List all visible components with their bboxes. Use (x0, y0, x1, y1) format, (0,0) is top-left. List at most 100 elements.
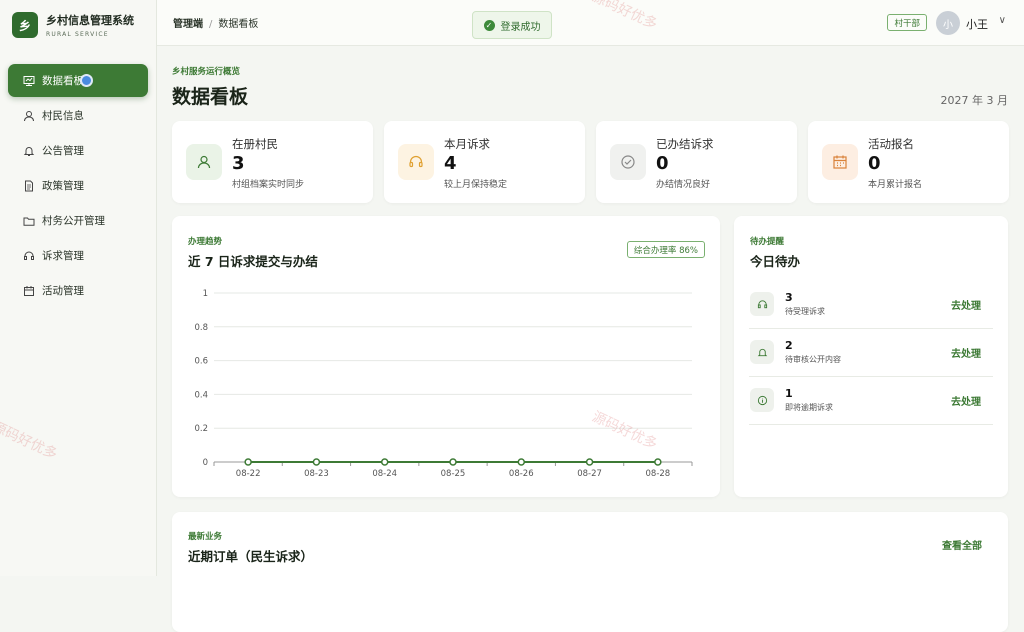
stat-card-appeals: 本月诉求 4 较上月保持稳定 (384, 121, 585, 203)
stat-sub: 较上月保持稳定 (444, 180, 508, 190)
stat-card-activities: 活动报名 0 本月累计报名 (808, 121, 1009, 203)
todo-item: 3 待受理诉求 去处理 (749, 281, 993, 329)
breadcrumb-separator: / (209, 19, 213, 30)
headset-icon (398, 144, 434, 180)
bell-icon (750, 340, 774, 364)
sidebar-item-policies[interactable]: 政策管理 (8, 169, 148, 202)
breadcrumb-current: 数据看板 (218, 19, 259, 30)
stat-label: 本月诉求 (444, 137, 490, 151)
breadcrumb-root[interactable]: 管理端 (173, 19, 203, 30)
todo-title: 今日待办 (750, 254, 801, 269)
bell-icon (22, 144, 36, 158)
stat-sub: 本月累计报名 (868, 180, 923, 190)
user-icon (22, 109, 36, 123)
sidebar-item-activities[interactable]: 活动管理 (8, 274, 148, 307)
data-point (517, 458, 526, 466)
stat-label: 已办结诉求 (656, 137, 714, 151)
y-tick-label: 0.4 (194, 390, 208, 400)
stat-value: 0 (868, 153, 881, 174)
x-tick-label: 08-28 (646, 469, 671, 479)
page-title: 数据看板 (172, 86, 249, 108)
sidebar-item-dashboard[interactable]: 数据看板 (8, 64, 148, 97)
stat-card-villagers: 在册村民 3 村组档案实时同步 (172, 121, 373, 203)
y-tick-label: 0.8 (194, 323, 208, 333)
x-tick-label: 08-24 (372, 469, 397, 479)
process-button[interactable]: 去处理 (951, 345, 981, 360)
todo-desc: 待受理诉求 (785, 307, 825, 316)
sidebar: 乡 乡村信息管理系统 RURAL SERVICE 数据看板 村民信息 公告管理 … (0, 0, 157, 576)
chevron-down-icon[interactable]: ∨ (999, 15, 1006, 26)
todo-desc: 待审核公开内容 (785, 355, 841, 364)
sidebar-item-label: 诉求管理 (42, 250, 84, 262)
stat-label: 在册村民 (232, 137, 278, 151)
sidebar-nav: 数据看板 村民信息 公告管理 政策管理 村务公开管理 诉求管理 活动管理 (0, 64, 156, 307)
data-point (312, 458, 321, 466)
top-bar: 管理端 / 数据看板 ✓ 登录成功 村干部 小 小王 ∨ (157, 0, 1024, 46)
app-logo: 乡 (12, 12, 38, 38)
app-title: 乡村信息管理系统 (46, 14, 134, 27)
y-tick-label: 0.6 (194, 357, 208, 367)
trend-chart-card: 办理趋势 近 7 日诉求提交与办结 综合办理率 86% 1 0.8 0.6 0.4 0.… (172, 216, 720, 497)
sidebar-item-villagers[interactable]: 村民信息 (8, 99, 148, 132)
stat-value: 0 (656, 153, 669, 174)
sidebar-item-label: 村务公开管理 (42, 215, 105, 227)
stat-value: 3 (232, 153, 245, 174)
x-tick-label: 08-25 (441, 469, 466, 479)
cursor-indicator (80, 74, 93, 87)
dashboard-icon (22, 74, 36, 88)
main-content: 乡村服务运行概览 数据看板 2027 年 3 月 在册村民 3 村组档案实时同步… (157, 46, 1024, 632)
recent-orders-card: 最新业务 近期订单（民生诉求） 查看全部 (172, 512, 1008, 632)
folder-icon (22, 214, 36, 228)
check-circle-icon (610, 144, 646, 180)
overview-label: 乡村服务运行概览 (172, 67, 241, 77)
data-point (585, 458, 594, 466)
orders-title: 近期订单（民生诉求） (188, 549, 314, 564)
period-date: 2027 年 3 月 (940, 94, 1008, 107)
sidebar-item-appeals[interactable]: 诉求管理 (8, 239, 148, 272)
x-tick-label: 08-22 (236, 469, 261, 479)
username[interactable]: 小王 (966, 16, 988, 32)
orders-label: 最新业务 (188, 532, 223, 542)
stat-label: 活动报名 (868, 137, 914, 151)
check-icon: ✓ (483, 19, 495, 31)
todo-item: 1 即将逾期诉求 去处理 (749, 377, 993, 425)
breadcrumb: 管理端 / 数据看板 (173, 15, 258, 30)
x-tick-label: 08-27 (577, 469, 602, 479)
view-all-link[interactable]: 查看全部 (942, 537, 982, 552)
todo-count: 1 (785, 387, 793, 400)
calendar-icon (822, 144, 858, 180)
sidebar-item-village-affairs[interactable]: 村务公开管理 (8, 204, 148, 237)
info-icon (750, 388, 774, 412)
data-point (380, 458, 389, 466)
document-icon (22, 179, 36, 193)
stat-card-resolved: 已办结诉求 0 办结情况良好 (596, 121, 797, 203)
sidebar-item-label: 政策管理 (42, 180, 84, 192)
y-tick-label: 0 (203, 458, 208, 468)
calendar-icon (22, 284, 36, 298)
todo-desc: 即将逾期诉求 (785, 403, 833, 412)
sidebar-item-announcements[interactable]: 公告管理 (8, 134, 148, 167)
login-success-toast: ✓ 登录成功 (472, 11, 552, 39)
stat-sub: 办结情况良好 (656, 180, 711, 190)
todo-count: 3 (785, 291, 793, 304)
y-tick-label: 0.2 (194, 424, 208, 434)
app-subtitle: RURAL SERVICE (46, 31, 109, 38)
x-tick-label: 08-26 (509, 469, 534, 479)
todo-card: 待办提醒 今日待办 3 待受理诉求 去处理 2 待审核公开内容 去处理 1 即将… (734, 216, 1008, 497)
data-point (654, 458, 662, 466)
data-point (449, 458, 457, 466)
todo-count: 2 (785, 339, 793, 352)
user-icon (186, 144, 222, 180)
y-tick-label: 1 (203, 289, 208, 299)
sidebar-item-label: 公告管理 (42, 145, 84, 157)
todo-item: 2 待审核公开内容 去处理 (749, 329, 993, 377)
toast-message: 登录成功 (500, 21, 541, 33)
process-button[interactable]: 去处理 (951, 297, 981, 312)
process-button[interactable]: 去处理 (951, 393, 981, 408)
headset-icon (750, 292, 774, 316)
stat-value: 4 (444, 153, 457, 174)
headset-icon (22, 249, 36, 263)
stat-sub: 村组档案实时同步 (232, 180, 305, 190)
avatar[interactable]: 小 (936, 11, 960, 35)
sidebar-item-label: 数据看板 (42, 75, 84, 87)
